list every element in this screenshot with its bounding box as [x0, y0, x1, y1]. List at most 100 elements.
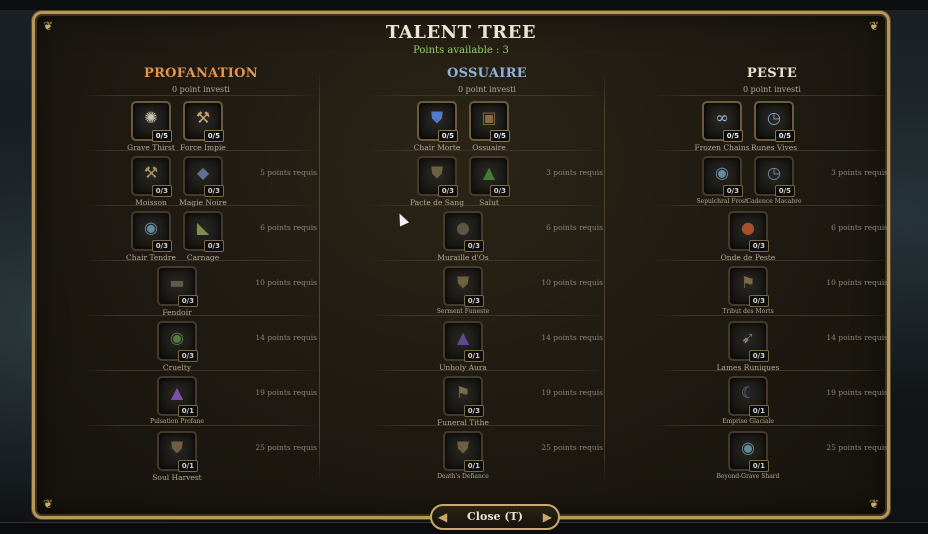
talent-rank: 0/3	[203, 185, 224, 197]
blade-icon: ◣	[196, 218, 210, 237]
flag-icon: ⚑	[740, 273, 756, 292]
tier-requirement: 10 points requis	[255, 278, 317, 287]
talent-slot[interactable]: ☾ 0/1	[728, 376, 769, 417]
talent-slot[interactable]: ⚑ 0/3	[443, 376, 484, 417]
tier-divider	[83, 425, 319, 426]
talent-slot[interactable]: ◷ 0/5	[754, 101, 795, 142]
talent-rank: 0/3	[748, 295, 769, 307]
close-button[interactable]: ◀ Close (T) ▶	[430, 504, 560, 530]
talent-name: Death's Defiance	[437, 473, 489, 480]
talent-slot[interactable]: ◆ 0/3	[183, 156, 224, 197]
talent-slot[interactable]: ✺ 0/5	[131, 101, 172, 142]
arrow-up-icon: ▲	[482, 163, 496, 182]
tier-requirement: 25 points requis	[255, 443, 317, 452]
talent-rank: 0/1	[748, 460, 769, 472]
talent-slot[interactable]: ⚒ 0/5	[183, 101, 224, 142]
tier-requirement: 25 points requis	[541, 443, 603, 452]
talent-rank: 0/5	[722, 130, 743, 142]
talent-name: Lames Runiques	[716, 363, 780, 372]
hammer-icon: ⚒	[143, 163, 159, 182]
shield-icon: ⛊	[170, 438, 183, 457]
shield-icon: ⛊	[456, 273, 469, 292]
tier-requirement: 19 points requis	[541, 388, 603, 397]
tier-divider	[654, 315, 890, 316]
tier-requirement: 14 points requis	[826, 333, 888, 342]
clock-icon: ◷	[767, 163, 781, 182]
talent-name: Cruelty	[162, 363, 192, 372]
points-available: Points available : 3	[413, 45, 509, 56]
talent-slot[interactable]: ▲ 0/1	[157, 376, 198, 417]
tier-divider	[83, 95, 319, 96]
talent-name: Carnage	[186, 253, 220, 262]
crystal-icon: ◆	[196, 163, 210, 182]
tier-requirement: 14 points requis	[255, 333, 317, 342]
talent-slot[interactable]: ⚒ 0/3	[131, 156, 172, 197]
talent-slot[interactable]: ⛊ 0/3	[443, 266, 484, 307]
tree-points-invested: 0 point investi	[743, 85, 801, 94]
talent-slot[interactable]: ◉ 0/3	[702, 156, 743, 197]
talent-name: Force Impie	[180, 143, 226, 152]
chain-icon: ∞	[715, 108, 729, 127]
tier-requirement: 25 points requis	[826, 443, 888, 452]
talent-name: Cadence Macabre	[746, 198, 802, 205]
talent-name: Salut	[479, 198, 499, 207]
splatter-icon: ✺	[144, 108, 158, 127]
talent-slot[interactable]: ◉ 0/3	[157, 321, 198, 362]
tier-requirement: 3 points requis	[546, 168, 603, 177]
talent-rank: 0/1	[177, 405, 198, 417]
orb-icon: ◉	[144, 218, 158, 237]
talent-slot[interactable]: ◉ 0/1	[728, 431, 769, 472]
talent-slot[interactable]: ▣ 0/5	[469, 101, 510, 142]
tier-requirement: 3 points requis	[831, 168, 888, 177]
talent-slot[interactable]: ⛊ 0/5	[417, 101, 458, 142]
tier-requirement: 19 points requis	[826, 388, 888, 397]
talent-slot[interactable]: ▬ 0/3	[157, 266, 198, 307]
talent-name: Ossuaire	[472, 143, 506, 152]
cleaver-icon: ▬	[169, 273, 185, 292]
talent-rank: 0/3	[748, 350, 769, 362]
talent-rank: 0/3	[177, 350, 198, 362]
talent-slot[interactable]: ● 0/3	[728, 211, 769, 252]
talent-rank: 0/1	[463, 460, 484, 472]
talent-slot[interactable]: ◉ 0/3	[131, 211, 172, 252]
tier-requirement: 6 points requis	[546, 223, 603, 232]
tier-divider	[369, 95, 605, 96]
talent-slot[interactable]: ⛊ 0/1	[157, 431, 198, 472]
talent-slot[interactable]: ➹ 0/3	[728, 321, 769, 362]
shield-cross-icon: ⛊	[430, 108, 443, 127]
tree-title: OSSUAIRE	[446, 66, 528, 81]
talent-slot[interactable]: ◷ 0/5	[754, 156, 795, 197]
talent-name: Onde de Peste	[720, 253, 776, 262]
talent-slot[interactable]: ◣ 0/3	[183, 211, 224, 252]
talent-rank: 0/1	[463, 350, 484, 362]
talent-rank: 0/3	[463, 240, 484, 252]
hammer-icon: ⚒	[195, 108, 211, 127]
crescent-icon: ☾	[740, 383, 756, 402]
talent-rank: 0/3	[463, 295, 484, 307]
bone-icon: ●	[456, 218, 470, 237]
talent-slot[interactable]: ∞ 0/5	[702, 101, 743, 142]
talent-rank: 0/5	[489, 130, 510, 142]
talent-slot[interactable]: ⛊ 0/1	[443, 431, 484, 472]
talent-name: Runes Vives	[750, 143, 798, 152]
talent-rank: 0/3	[437, 185, 458, 197]
talent-rank: 0/3	[748, 240, 769, 252]
talent-rank: 0/5	[774, 130, 795, 142]
talent-rank: 0/3	[151, 185, 172, 197]
talent-slot[interactable]: ● 0/3	[443, 211, 484, 252]
talent-slot[interactable]: ▲ 0/3	[469, 156, 510, 197]
talent-slot[interactable]: ⛊ 0/3	[417, 156, 458, 197]
tier-divider	[654, 425, 890, 426]
talent-slot[interactable]: ▲ 0/1	[443, 321, 484, 362]
talent-slot[interactable]: ⚑ 0/3	[728, 266, 769, 307]
shield-icon: ⛊	[430, 163, 443, 182]
aura-icon: ▲	[456, 328, 470, 347]
talent-rank: 0/5	[437, 130, 458, 142]
corner-ornament-icon: ❦	[868, 497, 880, 511]
shield-icon: ⛊	[456, 438, 469, 457]
talent-rank: 0/3	[463, 405, 484, 417]
tier-requirement: 10 points requis	[541, 278, 603, 287]
tree-column-profanation: PROFANATION 0 point investi 5 points requi…	[83, 64, 319, 488]
button-cap-right-icon: ▶	[542, 510, 552, 524]
eye-icon: ◉	[170, 328, 184, 347]
